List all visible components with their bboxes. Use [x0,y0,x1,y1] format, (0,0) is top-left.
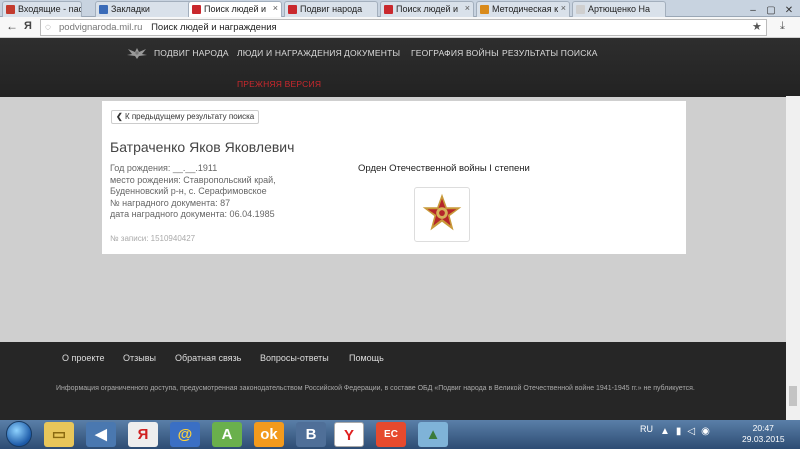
footer-link-about[interactable]: О проекте [62,353,104,363]
tab-search-people-active[interactable]: Поиск людей и × [188,1,282,18]
system-clock[interactable]: 20:47 29.03.2015 [742,423,785,445]
yandex-icon[interactable]: Я [24,20,32,32]
mail-favicon-icon [6,5,15,14]
person-name: Батраченко Яков Яковлевич [110,139,295,155]
previous-version-link[interactable]: ПРЕЖНЯЯ ВЕРСИЯ [237,79,321,89]
tab-label: Входящие - nad [18,4,82,14]
green-app-icon[interactable]: A [212,422,242,447]
page-scrollbar[interactable] [786,96,800,420]
award-record-card: ❮ К предыдущему результату поиска Батрач… [102,101,686,254]
explorer-folder-icon[interactable]: ▭ [44,422,74,447]
chevron-left-icon: ❮ [116,112,123,121]
nav-search-results[interactable]: РЕЗУЛЬТАТЫ ПОИСКА [502,48,598,58]
download-icon[interactable]: ⤓ [780,20,785,33]
tab-inbox[interactable]: Входящие - nad [2,1,82,17]
nav-documents[interactable]: ДОКУМЕНТЫ [344,48,400,58]
page-info-icon[interactable]: ◌ [45,20,51,35]
site-favicon-icon [192,5,201,14]
birthplace-line-1: место рождения: Ставропольский край, [110,174,276,185]
nav-podvig-naroda[interactable]: ПОДВИГ НАРОДА [154,48,229,58]
back-button-label: К предыдущему результату поиска [124,112,255,121]
site-favicon-icon [288,5,297,14]
tab-label: Поиск людей и [396,4,459,14]
footer-link-reviews[interactable]: Отзывы [123,353,156,363]
bookmarks-favicon-icon [99,5,108,14]
tab-methodical[interactable]: Методическая к × [476,1,570,17]
order-patriotic-war-image[interactable] [414,187,470,242]
site-header: ПОДВИГ НАРОДА ЛЮДИ И НАГРАЖДЕНИЯ ДОКУМЕН… [0,38,800,97]
url-page-title: Поиск людей и награждения [151,22,277,33]
tab-label: Поиск людей и [204,4,267,14]
bookmark-star-icon[interactable]: ★ [752,20,762,33]
image-viewer-icon[interactable]: ▲ [418,422,448,447]
award-document-number: № наградного документа: 87 [110,197,231,208]
red-app-icon[interactable]: EC [376,422,406,447]
scrollbar-thumb[interactable] [789,386,797,406]
close-icon[interactable]: × [465,3,470,13]
nav-people-awards[interactable]: ЛЮДИ И НАГРАЖДЕНИЯ [237,48,342,58]
language-indicator[interactable]: RU [640,424,653,434]
footer-restricted-info-note: Информация ограниченного доступа, предус… [56,385,695,392]
doc-favicon-icon [480,5,489,14]
award-title[interactable]: Орден Отечественной войны I степени [358,163,530,174]
site-favicon-icon [384,5,393,14]
tab-label: Закладки [111,4,150,14]
footer-link-faq[interactable]: Вопросы-ответы [260,353,329,363]
windows-taskbar: ▭ ◀ Я @ A ok В Y EC ▲ RU ▲▮◁◉ 20:47 29.0… [0,420,800,449]
window-controls: – ▢ ✕ [744,0,800,17]
footer-link-help[interactable]: Помощь [349,353,384,363]
browser-tab-strip: Входящие - nad Закладки Поиск людей и × … [0,0,800,18]
site-footer: О проекте Отзывы Обратная связь Вопросы-… [0,342,800,420]
clock-time: 20:47 [752,423,774,433]
record-number: № записи: 1510940427 [110,234,196,243]
tab-artyushchenko[interactable]: Артющенко На [572,1,666,17]
order-star-icon [422,193,462,231]
tab-label: Методическая к [492,4,559,14]
mail-agent-icon[interactable]: @ [170,422,200,447]
back-arrow-icon[interactable]: ← [6,19,18,33]
tab-label: Артющенко На [588,4,651,14]
url-input[interactable]: ◌ podvignaroda.mil.ru Поиск людей и нагр… [40,19,767,36]
yandex-browser-icon[interactable]: Я [128,422,158,447]
clock-date: 29.03.2015 [742,434,785,444]
nav-war-geography[interactable]: ГЕОГРАФИЯ ВОЙНЫ [411,48,499,58]
tab-label: Подвиг народа [300,4,363,14]
birth-year: Год рождения: __.__.1911 [110,163,218,173]
tab-bookmarks[interactable]: Закладки [95,1,195,17]
media-player-icon[interactable]: ◀ [86,422,116,447]
tray-icons[interactable]: ▲▮◁◉ [660,426,716,437]
close-icon[interactable]: × [273,3,278,13]
windows-start-icon[interactable] [6,421,32,447]
yandex-browser-active-icon[interactable]: Y [334,422,364,447]
eagle-logo-icon[interactable] [126,46,148,60]
address-bar-row: ← Я ◌ podvignaroda.mil.ru Поиск людей и … [0,17,800,38]
back-to-results-button[interactable]: ❮ К предыдущему результату поиска [111,110,260,124]
close-icon[interactable]: × [561,3,566,13]
vk-icon[interactable]: В [296,422,326,447]
tab-search-people[interactable]: Поиск людей и × [380,1,474,17]
award-document-date: дата наградного документа: 06.04.1985 [110,209,275,219]
odnoklassniki-icon[interactable]: ok [254,422,284,447]
footer-link-feedback[interactable]: Обратная связь [175,353,241,363]
birthplace-line-2: Буденновский р-н, с. Серафимовское [110,186,267,196]
person-info: Год рождения: __.__.1911 место рождения:… [110,163,330,221]
page-favicon-icon [576,5,585,14]
url-domain: podvignaroda.mil.ru [59,22,143,33]
tab-podvig[interactable]: Подвиг народа [284,1,378,17]
